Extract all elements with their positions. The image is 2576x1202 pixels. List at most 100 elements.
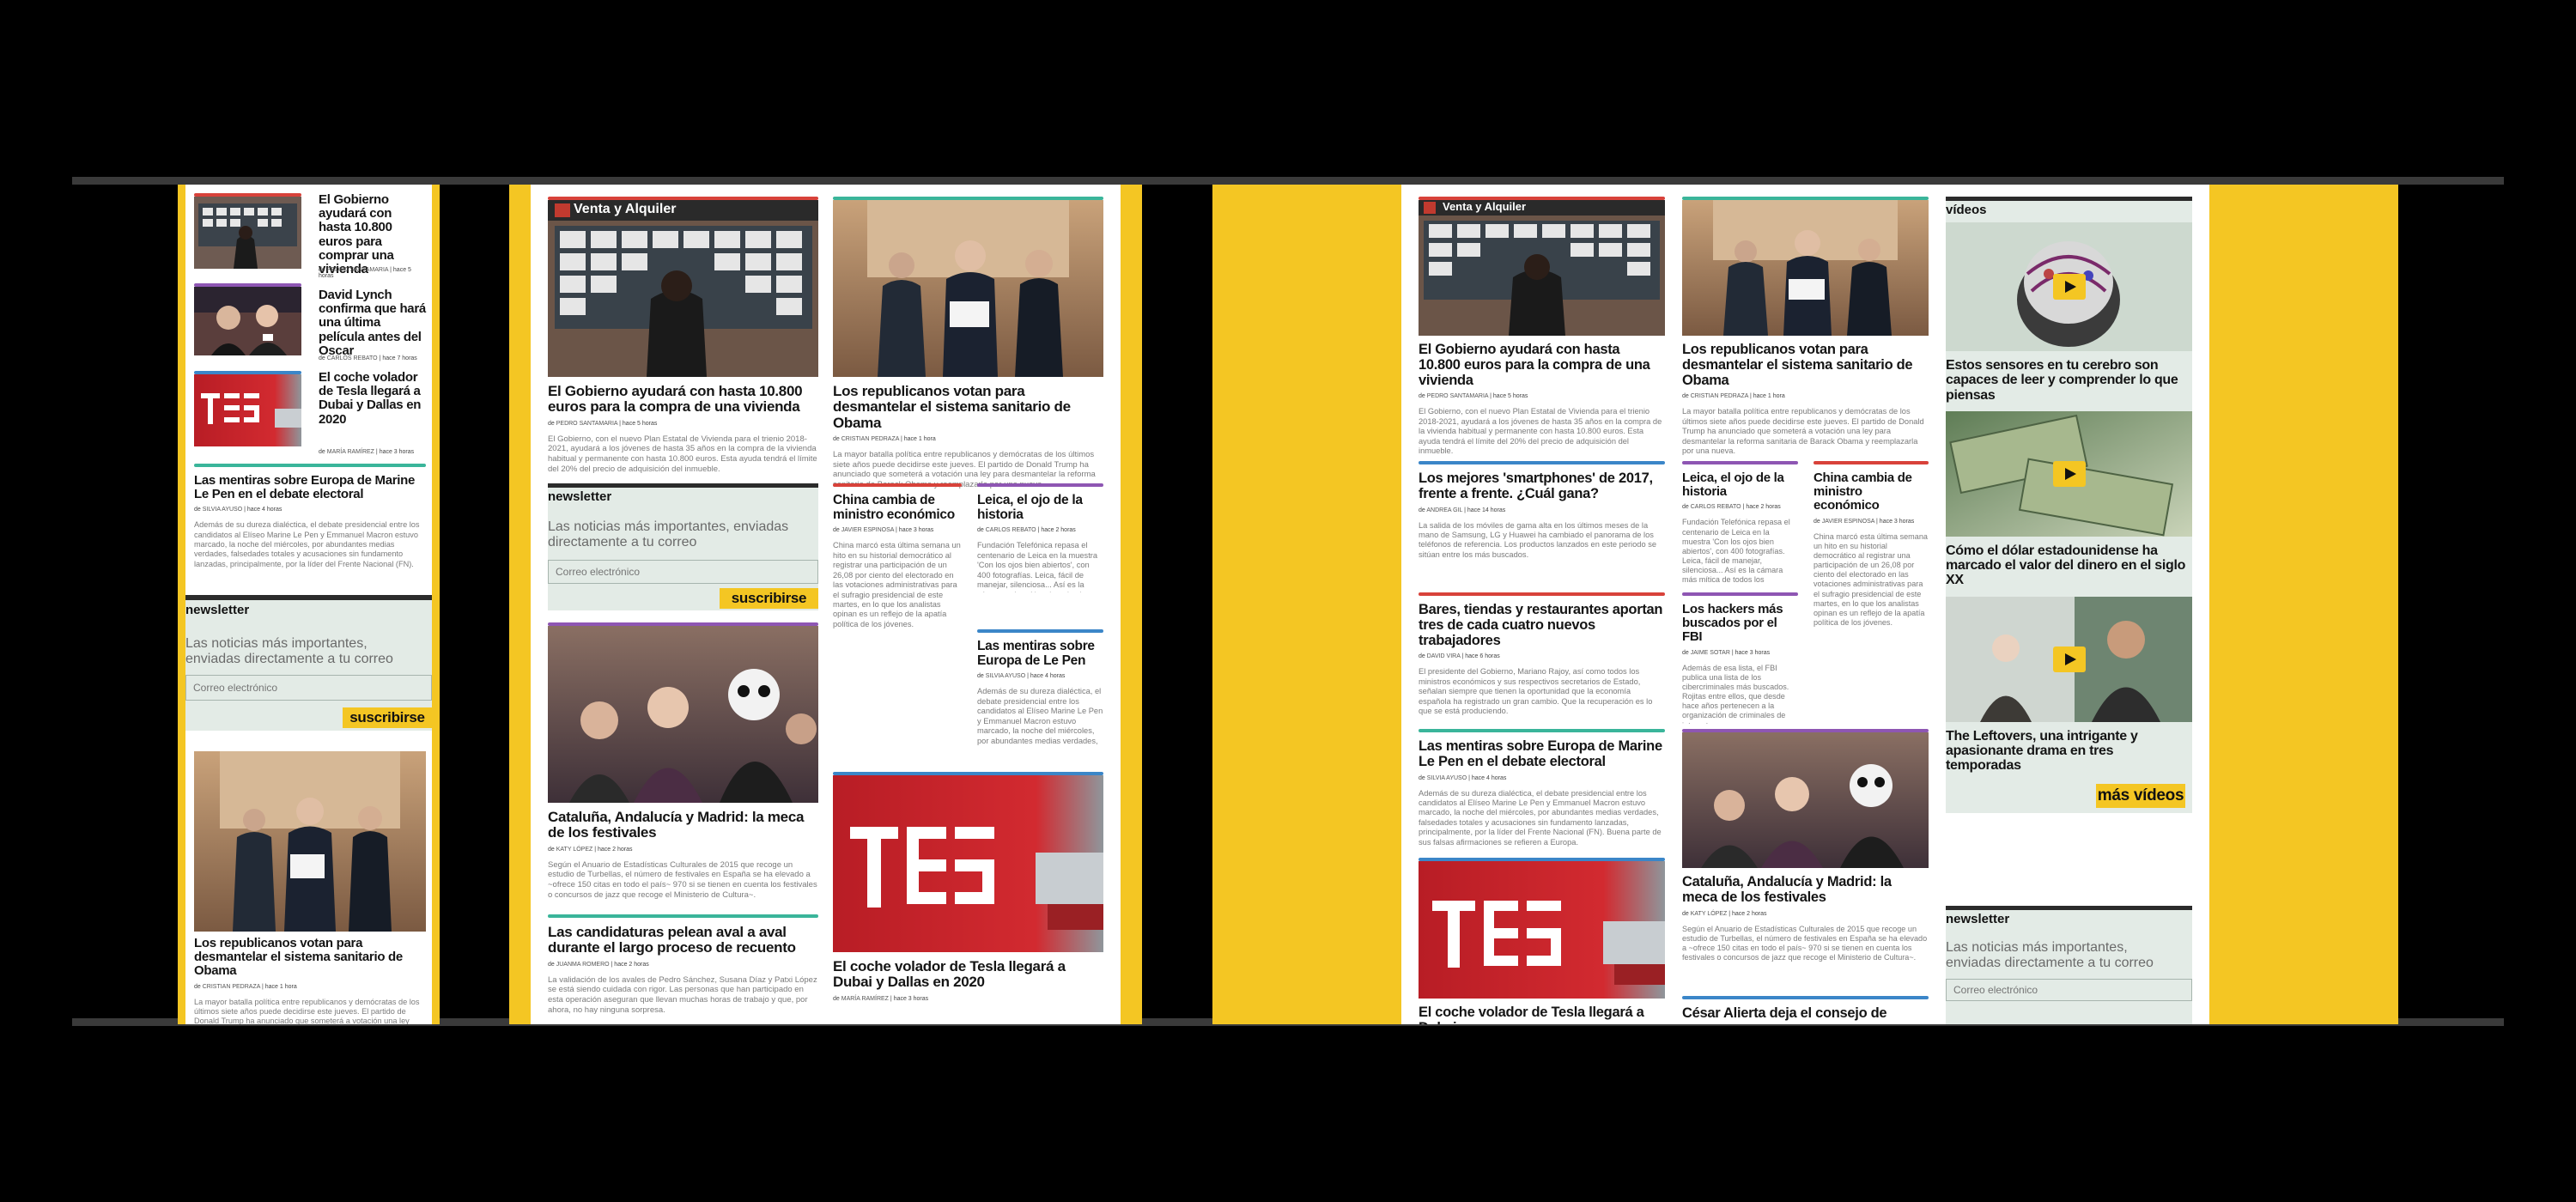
article-title[interactable]: El Gobierno ayudará con hasta 10.800 eur… [1419,342,1665,388]
email-field[interactable] [1946,978,2192,1001]
article-title[interactable]: Bares, tiendas y restaurantes aportan tr… [1419,602,1665,648]
image-festival[interactable] [1682,732,1929,868]
article-candidaturas[interactable]: Las candidaturas pelean aval a aval dura… [548,914,818,1015]
article-title[interactable]: Las mentiras sobre Europa de Marine Le P… [194,473,426,501]
article-title[interactable]: Las mentiras sobre Europa de Marine Le P… [1419,738,1665,770]
article-leica[interactable]: Leica, el ojo de la historia de CARLOS R… [1682,461,1798,586]
byline: de PEDRO SANTAMARIA | hace 5 horas [319,267,411,279]
newsletter-title: newsletter [1946,912,2010,926]
section-bar [833,483,962,487]
article-title[interactable]: El coche volador de Tesla llegará a Duba… [1419,1005,1665,1024]
list-item[interactable]: El coche volador de Tesla llegará a Duba… [194,370,426,455]
list-item-title[interactable]: El coche volador de Tesla llegará a Duba… [319,370,426,427]
image-republicanos[interactable] [833,200,1103,377]
article-title[interactable]: El Gobierno ayudará con hasta 10.800 eur… [548,383,818,416]
video-thumbnail[interactable] [1946,596,2192,722]
subscribe-button[interactable]: suscribirse [343,707,432,728]
article-bares[interactable]: Bares, tiendas y restaurantes aportan tr… [1419,592,1665,715]
article-title[interactable]: El coche volador de Tesla llegará a Duba… [833,958,1103,991]
videos-box: vídeos Estos sensores en tu cerebro son … [1946,197,2192,813]
article-republicanos[interactable]: Los republicanos votan para desmantelar … [194,751,426,1024]
email-field[interactable] [185,674,432,701]
byline: de KATY LÓPEZ | hace 2 horas [1682,910,1767,917]
video-thumbnail[interactable] [1946,222,2192,351]
article-title[interactable]: Los hackers más buscados por el FBI [1682,602,1798,645]
video-item[interactable]: Cómo el dólar estadounidense ha marcado … [1946,410,2192,588]
article-excerpt: Además de su dureza dialéctica, el debat… [194,520,420,570]
desktop-page: Venta y Alquiler El Gobierno ayudará con… [1401,185,2209,1024]
article-title[interactable]: Los republicanos votan para desmantelar … [1682,342,1929,388]
section-bar [1682,996,1929,999]
article-china[interactable]: China cambia de ministro económico de JA… [1814,461,1929,721]
video-item[interactable]: Estos sensores en tu cerebro son capaces… [1946,222,2192,403]
video-thumbnail[interactable] [1946,410,2192,537]
video-title[interactable]: The Leftovers, una intrigante y apasiona… [1946,729,2192,774]
videos-title: vídeos [1946,203,1987,217]
section-bar [548,483,818,488]
email-field[interactable] [548,559,818,584]
article-title[interactable]: Las candidaturas pelean aval a aval dura… [548,924,818,956]
list-item-title[interactable]: David Lynch confirma que hará una última… [319,288,426,358]
article-title[interactable]: Leica, el ojo de la historia [1682,470,1798,499]
thumbnail-housing[interactable] [194,197,301,269]
article-gobierno[interactable]: Venta y Alquiler El Gobierno ayudará con… [1419,197,1665,457]
image-housing[interactable]: Venta y Alquiler [1419,200,1665,336]
byline: de CRISTIAN PEDRAZA | hace 1 hora [194,983,297,990]
image-housing[interactable]: Venta y Alquiler [548,200,818,377]
play-icon[interactable] [2052,460,2086,487]
play-icon[interactable] [2052,646,2086,672]
article-republicanos[interactable]: Los republicanos votan para desmantelar … [1682,197,1929,457]
more-videos-button[interactable]: más vídeos [2096,784,2185,808]
article-gobierno[interactable]: Venta y Alquiler El Gobierno ayudará con… [548,197,818,474]
video-item[interactable]: The Leftovers, una intrigante y apasiona… [1946,596,2192,774]
article-china[interactable]: China cambia de ministro económico de JA… [833,483,962,756]
sign-text: Venta y Alquiler [574,202,677,216]
newsletter-pitch: Las noticias más importantes, enviadas d… [548,519,789,550]
article-title[interactable]: China cambia de ministro económico [1814,470,1929,513]
article-title[interactable]: Cataluña, Andalucía y Madrid: la meca de… [1682,874,1929,906]
byline: de PEDRO SANTAMARIA | hace 5 horas [1419,393,1528,400]
article-title[interactable]: Cataluña, Andalucía y Madrid: la meca de… [548,809,818,841]
article-hackers[interactable]: Los hackers más buscados por el FBI de J… [1682,592,1798,724]
article-tesla[interactable]: El coche volador de Tesla llegará a Duba… [1419,858,1665,1024]
article-title[interactable]: Los republicanos votan para desmantelar … [194,936,426,979]
thumbnail-tesla[interactable] [194,374,301,446]
article-title[interactable]: Las mentiras sobre Europa de Le Pen [977,639,1103,668]
newsletter-pitch: Las noticias más importantes, enviadas d… [1946,940,2154,971]
article-excerpt: Además de su dureza dialéctica, el debat… [1419,788,1662,847]
article-title[interactable]: César Alierta deja el consejo de [1682,1005,1929,1022]
image-republicanos[interactable] [1682,200,1929,336]
article-title[interactable]: China cambia de ministro económico [833,493,962,522]
article-alierta[interactable]: César Alierta deja el consejo de [1682,996,1929,1022]
article-title[interactable]: Leica, el ojo de la historia [977,493,1103,522]
sign-text: Venta y Alquiler [1443,200,1527,213]
byline: de JAVIER ESPINOSA | hace 3 horas [833,527,934,534]
article-cataluna[interactable]: Cataluña, Andalucía y Madrid: la meca de… [1682,729,1929,972]
list-item[interactable]: David Lynch confirma que hará una última… [194,283,426,361]
play-icon[interactable] [2052,274,2086,300]
article-lepen[interactable]: Las mentiras sobre Europa de Marine Le P… [194,464,426,570]
list-item[interactable]: El Gobierno ayudará con hasta 10.800 eur… [194,192,426,279]
video-title[interactable]: Cómo el dólar estadounidense ha marcado … [1946,543,2192,588]
article-lepen[interactable]: Las mentiras sobre Europa de Le Pen de S… [977,629,1103,747]
article-tesla[interactable]: El coche volador de Tesla llegará a Duba… [833,772,1103,1002]
article-smartphones[interactable]: Los mejores 'smartphones' de 2017, frent… [1419,461,1665,560]
article-leica[interactable]: Leica, el ojo de la historia de CARLOS R… [977,483,1103,592]
section-bar [1682,592,1798,596]
image-festival[interactable] [548,626,818,803]
image-republicanos[interactable] [194,751,426,932]
section-bar [1419,461,1665,464]
list-item-title[interactable]: El Gobierno ayudará con hasta 10.800 eur… [319,192,426,276]
article-republicanos[interactable]: Los republicanos votan para desmantelar … [833,197,1103,490]
article-title[interactable]: Los republicanos votan para desmantelar … [833,383,1103,431]
article-lepen[interactable]: Las mentiras sobre Europa de Marine Le P… [1419,729,1665,849]
article-excerpt: Según el Anuario de Estadísticas Cultura… [548,859,817,899]
subscribe-button[interactable]: suscribirse [720,588,818,609]
image-tesla[interactable] [1419,861,1665,999]
thumbnail-lynch[interactable] [194,287,301,355]
video-title[interactable]: Estos sensores en tu cerebro son capaces… [1946,358,2192,403]
article-title[interactable]: Los mejores 'smartphones' de 2017, frent… [1419,470,1665,502]
image-tesla[interactable] [833,775,1103,952]
article-cataluna[interactable]: Cataluña, Andalucía y Madrid: la meca de… [548,622,818,899]
newsletter-title: newsletter [548,489,612,504]
